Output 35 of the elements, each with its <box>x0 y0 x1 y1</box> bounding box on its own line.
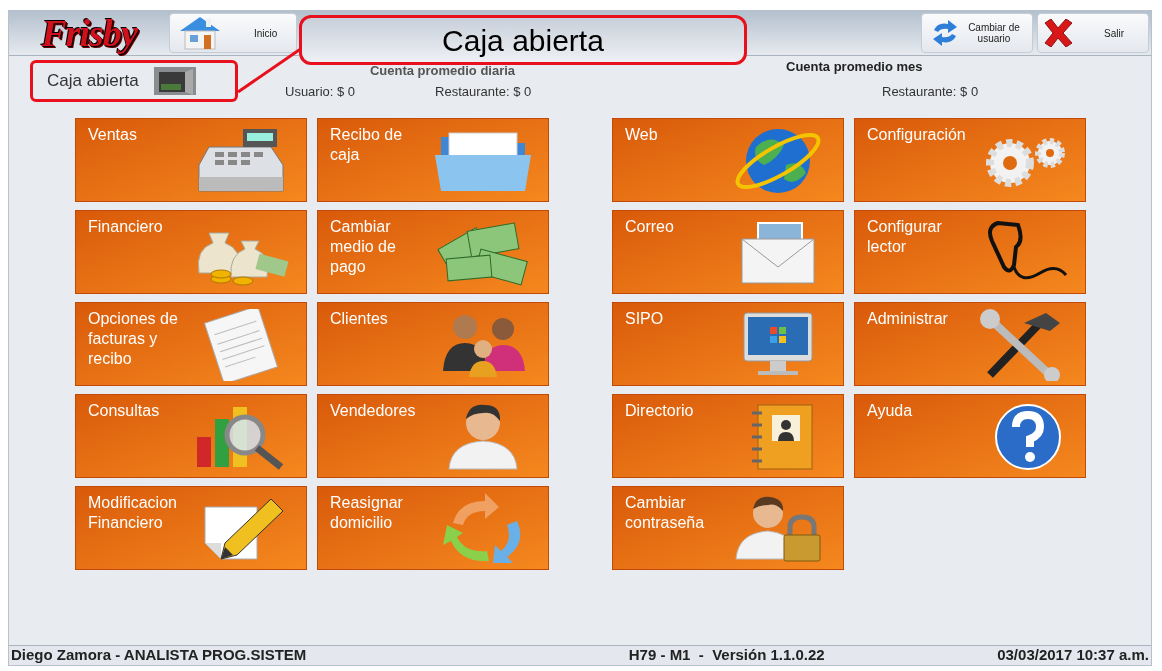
status-datetime: 03/03/2017 10:37 a.m. <box>997 645 1149 666</box>
menu-tile[interactable]: Ayuda <box>854 394 1086 478</box>
cash-status-label: Caja abierta <box>47 70 139 93</box>
menu-tile[interactable]: Administrar <box>854 302 1086 386</box>
menu-tile[interactable]: Configurar lector <box>854 210 1086 294</box>
menu-tile[interactable]: Modificacion Financiero <box>75 486 307 570</box>
close-icon <box>1042 19 1074 47</box>
home-button[interactable]: Inicio <box>169 13 297 53</box>
menu-tile[interactable]: Financiero <box>75 210 307 294</box>
menu-tile[interactable]: Cambiar medio de pago <box>317 210 549 294</box>
callout-box: Caja abierta <box>299 15 747 65</box>
switch-user-button[interactable]: Cambiar de usuario <box>921 13 1033 53</box>
exit-button[interactable]: Salir <box>1037 13 1149 53</box>
menu-tile[interactable]: Ventas <box>75 118 307 202</box>
menu-tile[interactable]: Configuración <box>854 118 1086 202</box>
menu-tile[interactable]: Vendedores <box>317 394 549 478</box>
menu-tile[interactable]: Opciones de facturas y recibo <box>75 302 307 386</box>
menu-tile[interactable]: Correo <box>612 210 844 294</box>
monthly-average-title: Cuenta promedio mes <box>786 60 923 74</box>
status-version: H79 - M1 - Versión 1.1.0.22 <box>628 645 825 666</box>
menu-tile[interactable]: Reasignar domicilio <box>317 486 549 570</box>
restaurant-average: Restaurante: $ 0 <box>882 83 979 101</box>
safe-icon <box>152 66 197 96</box>
menu-tile[interactable]: SIPO <box>612 302 844 386</box>
menu-tile[interactable]: Cambiar contraseña <box>612 486 844 570</box>
status-user: Diego Zamora - ANALISTA PROG.SISTEM <box>11 645 307 666</box>
menu-tile[interactable]: Consultas <box>75 394 307 478</box>
user-average: Usuario: $ 0 <box>285 83 356 101</box>
menu-tile[interactable]: Web <box>612 118 844 202</box>
menu-tile[interactable]: Directorio <box>612 394 844 478</box>
menu-tile[interactable]: Recibo de caja <box>317 118 549 202</box>
menu-tile[interactable]: Clientes <box>317 302 549 386</box>
restaurant-average: Restaurante: $ 0 <box>435 83 532 101</box>
logo: Frisby <box>40 14 139 52</box>
daily-average-title: Cuenta promedio diaria <box>369 64 516 78</box>
